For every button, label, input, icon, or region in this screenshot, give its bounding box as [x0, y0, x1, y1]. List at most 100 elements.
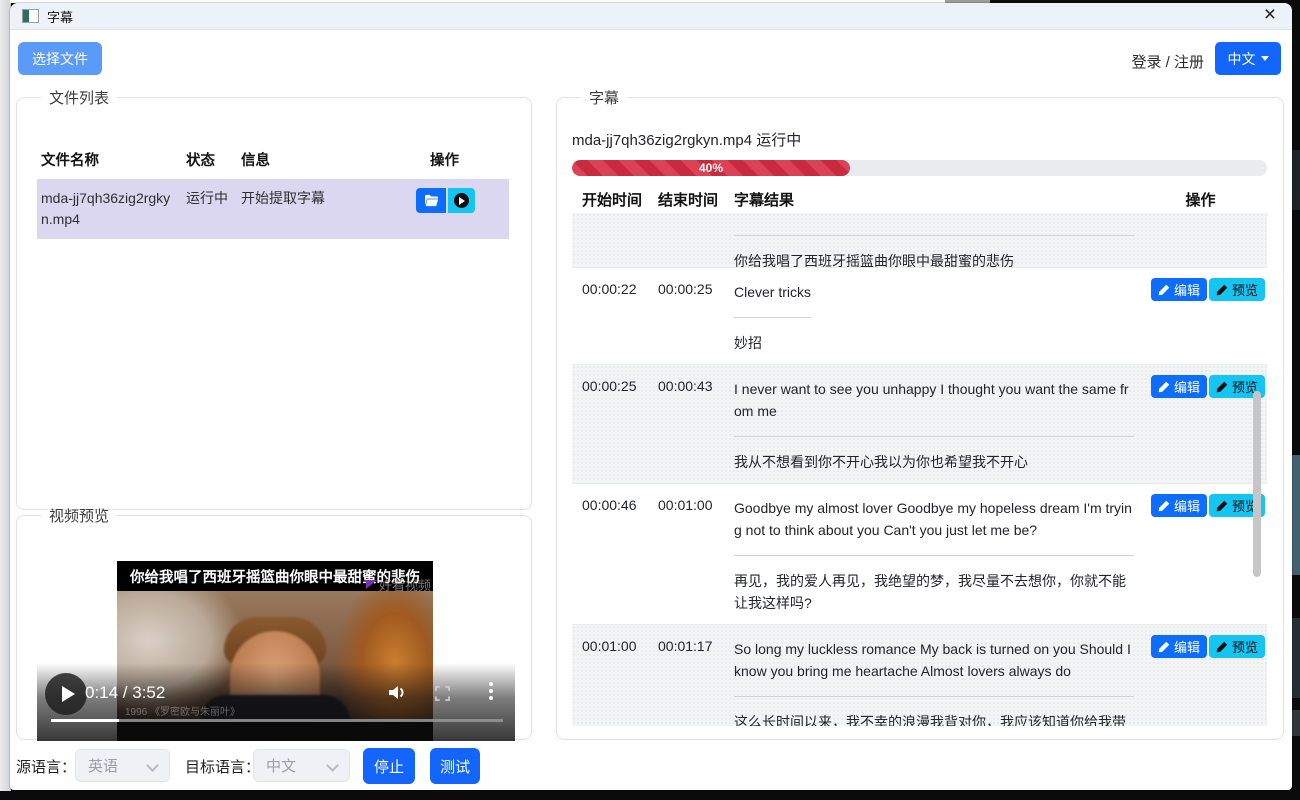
- video-menu-icon[interactable]: [489, 682, 493, 703]
- login-register-link[interactable]: 登录 / 注册: [1131, 51, 1204, 72]
- subtitle-zh: 妙招: [734, 332, 811, 354]
- subtitle-row: 你给我唱了西班牙摇篮曲你眼中最甜蜜的悲伤: [572, 213, 1267, 268]
- subtitle-en: Goodbye my almost lover Goodbye my hopel…: [734, 497, 1134, 541]
- desktop-background-fragment: [1292, 618, 1300, 698]
- app-window: 字幕 × 选择文件 登录 / 注册 中文 文件列表 文件名称 状态 信息 操作 …: [10, 3, 1292, 790]
- pencil-icon: [1216, 381, 1228, 393]
- video-preview-legend: 视频预览: [41, 505, 117, 526]
- pencil-icon: [1216, 500, 1228, 512]
- file-table: 文件名称 状态 信息 操作 mda-jj7qh36zig2rgkyn.mp4 运…: [37, 140, 509, 239]
- video-play-button[interactable]: [45, 673, 87, 715]
- app-icon: [22, 9, 39, 23]
- translation-divider: [734, 696, 1134, 697]
- file-status: 运行中: [186, 188, 241, 208]
- col-start-time: 开始时间: [582, 189, 658, 210]
- watermark: 好看视频: [366, 575, 431, 594]
- translation-divider: [734, 235, 1134, 236]
- file-list-panel: 文件列表 文件名称 状态 信息 操作 mda-jj7qh36zig2rgkyn.…: [16, 87, 532, 510]
- subtitle-row: 00:00:25 00:00:43 I never want to see yo…: [572, 365, 1267, 484]
- progress-label: 40%: [699, 161, 723, 175]
- col-result: 字幕结果: [734, 189, 1134, 210]
- edit-button[interactable]: 编辑: [1151, 375, 1207, 398]
- chevron-down-icon: [1261, 56, 1269, 61]
- stop-button[interactable]: 停止: [363, 748, 415, 784]
- end-time: 00:01:17: [658, 625, 734, 726]
- video-caption: 1996 《罗密欧与朱丽叶》: [125, 703, 240, 718]
- play-icon: [454, 193, 469, 208]
- close-icon[interactable]: ×: [1260, 3, 1280, 29]
- file-list-legend: 文件列表: [41, 87, 117, 108]
- target-language-label: 目标语言：: [185, 756, 260, 777]
- open-folder-button[interactable]: [416, 188, 446, 213]
- volume-icon[interactable]: [387, 684, 407, 701]
- edit-button[interactable]: 编辑: [1151, 494, 1207, 517]
- start-time: 00:00:46: [582, 484, 658, 624]
- test-button[interactable]: 测试: [430, 748, 480, 784]
- title-bar[interactable]: 字幕 ×: [10, 3, 1292, 30]
- video-time: 0:14 / 3:52: [85, 683, 165, 703]
- video-player[interactable]: 你给我唱了西班牙摇篮曲你眼中最甜蜜的悲伤 好看视频 0:14 / 3:52 19…: [37, 561, 515, 741]
- subtitle-zh: 你给我唱了西班牙摇篮曲你眼中最甜蜜的悲伤: [734, 250, 1134, 268]
- select-file-button[interactable]: 选择文件: [18, 42, 102, 75]
- pencil-icon: [1158, 500, 1170, 512]
- pencil-icon: [1216, 641, 1228, 653]
- fullscreen-icon[interactable]: [435, 686, 450, 701]
- subtitle-zh: 我从不想看到你不开心我以为你也希望我不开心: [734, 451, 1134, 473]
- play-file-button[interactable]: [448, 188, 475, 213]
- translation-divider: [734, 317, 811, 318]
- video-controls: 0:14 / 3:52 1996 《罗密欧与朱丽叶》: [37, 663, 515, 741]
- file-name: mda-jj7qh36zig2rgkyn.mp4: [41, 188, 179, 230]
- edit-button[interactable]: 编辑: [1151, 635, 1207, 658]
- end-time: 00:00:43: [658, 365, 734, 483]
- subtitle-zh: 再见，我的爱人再见，我绝望的梦，我尽量不去想你，你就不能让我这样吗?: [734, 570, 1134, 614]
- edit-button[interactable]: 编辑: [1151, 278, 1207, 301]
- progress-fill: 40%: [572, 160, 850, 176]
- folder-icon: [424, 194, 439, 207]
- pencil-icon: [1158, 284, 1170, 296]
- progress-bar: 40%: [572, 160, 1267, 176]
- subtitle-panel: 字幕 mda-jj7qh36zig2rgkyn.mp4 运行中 40% 开始时间…: [556, 87, 1284, 740]
- scrollbar-thumb[interactable]: [1253, 391, 1261, 577]
- video-progress-played: [51, 719, 119, 722]
- file-table-header: 文件名称 状态 信息 操作: [37, 140, 509, 179]
- language-label: 中文: [1228, 49, 1256, 69]
- preview-button[interactable]: 预览: [1209, 635, 1265, 658]
- col-file-name: 文件名称: [41, 149, 186, 170]
- end-time: 00:01:00: [658, 484, 734, 624]
- subtitle-row: 00:00:22 00:00:25 Clever tricks 妙招 编辑 预览: [572, 268, 1267, 365]
- subtitle-en: So long my luckless romance My back is t…: [734, 638, 1134, 682]
- subtitle-row: 00:00:46 00:01:00 Goodbye my almost love…: [572, 484, 1267, 625]
- translation-divider: [734, 555, 1134, 556]
- subtitle-legend: 字幕: [581, 87, 627, 108]
- file-row[interactable]: mda-jj7qh36zig2rgkyn.mp4 运行中 开始提取字幕: [37, 179, 509, 239]
- chevron-down-icon: [146, 759, 159, 772]
- start-time: 00:00:25: [582, 365, 658, 483]
- chevron-down-icon: [326, 759, 339, 772]
- subtitle-zh: 这么长时间以来，我不幸的浪漫我背对你，我应该知道你给我带来了心痛几乎情侣总是这样: [734, 711, 1134, 726]
- desktop-background-fragment: [1292, 710, 1300, 736]
- col-action: 操作: [416, 149, 505, 170]
- col-end-time: 结束时间: [658, 189, 734, 210]
- window-title: 字幕: [47, 7, 73, 26]
- video-progress-bar[interactable]: [51, 719, 503, 722]
- file-info: 开始提取字幕: [241, 188, 416, 208]
- source-language-label: 源语言：: [16, 756, 76, 777]
- desktop-background-fragment: [1292, 150, 1300, 210]
- source-language-select[interactable]: 英语: [75, 749, 170, 782]
- translation-divider: [734, 436, 1134, 437]
- preview-button[interactable]: 预览: [1209, 278, 1265, 301]
- start-time: 00:00:22: [582, 268, 658, 364]
- target-language-select[interactable]: 中文: [253, 749, 350, 782]
- pencil-icon: [1216, 284, 1228, 296]
- pencil-icon: [1158, 381, 1170, 393]
- col-action: 操作: [1185, 189, 1215, 210]
- desktop-background-fragment: [1292, 455, 1300, 575]
- language-dropdown-button[interactable]: 中文: [1215, 42, 1281, 75]
- col-info: 信息: [241, 149, 416, 170]
- watermark-logo-icon: [366, 580, 377, 589]
- subtitle-row: 00:01:00 00:01:17 So long my luckless ro…: [572, 625, 1267, 726]
- subtitle-en: Clever tricks: [734, 281, 811, 303]
- video-preview-panel: 视频预览 你给我唱了西班牙摇篮曲你眼中最甜蜜的悲伤 好看视频 0:14 / 3:…: [16, 505, 532, 740]
- col-status: 状态: [186, 149, 241, 170]
- subtitle-file-status: mda-jj7qh36zig2rgkyn.mp4 运行中: [572, 129, 801, 150]
